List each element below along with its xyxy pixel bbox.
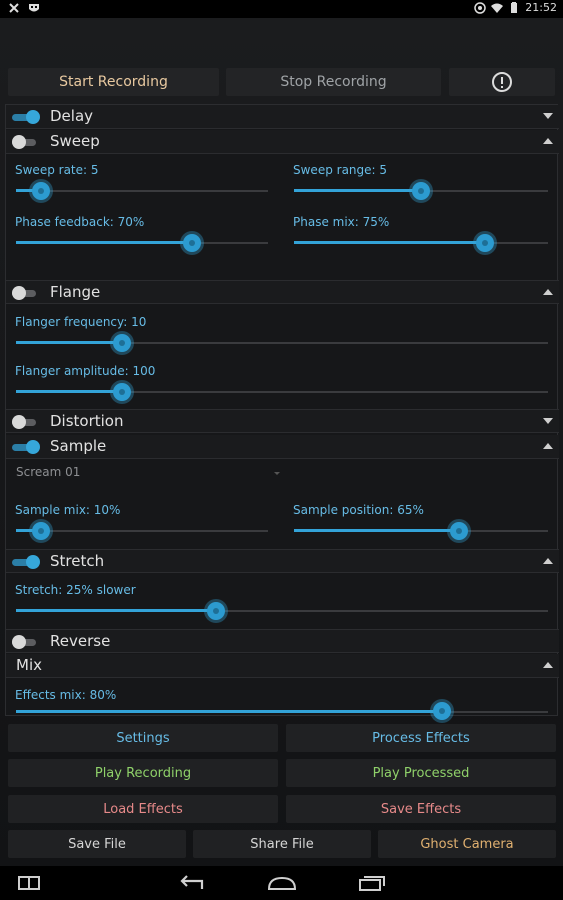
- sample-toggle[interactable]: [12, 440, 40, 454]
- phase-mix-label: Phase mix: 75%: [293, 215, 390, 229]
- flanger-amplitude-slider[interactable]: [16, 382, 548, 402]
- section-title: Reverse: [50, 632, 111, 650]
- phase-mix-slider[interactable]: [294, 233, 548, 253]
- sample-position-slider[interactable]: [294, 521, 548, 541]
- app-body: Start Recording Stop Recording Delay Swe…: [0, 18, 563, 866]
- delay-toggle[interactable]: [12, 110, 40, 124]
- section-title: Sweep: [50, 132, 100, 150]
- sweep-rate-slider[interactable]: [16, 181, 268, 201]
- effects-mix-label: Effects mix: 80%: [15, 688, 117, 702]
- flanger-amplitude-label: Flanger amplitude: 100: [15, 364, 156, 378]
- home-icon[interactable]: [267, 875, 297, 891]
- effects-mix-slider[interactable]: [16, 702, 548, 720]
- sample-mix-slider[interactable]: [16, 521, 268, 541]
- info-button[interactable]: [449, 68, 555, 96]
- process-effects-button[interactable]: Process Effects: [286, 724, 556, 752]
- distortion-toggle[interactable]: [12, 415, 40, 429]
- split-screen-icon[interactable]: [18, 875, 40, 891]
- section-title: Distortion: [50, 412, 124, 430]
- reverse-toggle[interactable]: [12, 635, 40, 649]
- expand-icon: [543, 418, 553, 424]
- section-delay-header[interactable]: Delay: [6, 105, 559, 129]
- collapse-icon: [543, 662, 553, 668]
- stop-recording-button[interactable]: Stop Recording: [226, 68, 441, 96]
- dropdown-caret-icon: [274, 472, 280, 475]
- phase-feedback-slider[interactable]: [16, 233, 268, 253]
- expand-icon: [543, 113, 553, 119]
- recent-apps-icon[interactable]: [358, 874, 386, 892]
- phase-feedback-label: Phase feedback: 70%: [15, 215, 145, 229]
- sample-mix-label: Sample mix: 10%: [15, 503, 121, 517]
- section-reverse-header[interactable]: Reverse: [6, 629, 559, 653]
- load-effects-button[interactable]: Load Effects: [8, 795, 278, 823]
- sweep-range-slider[interactable]: [294, 181, 548, 201]
- section-sample-header[interactable]: Sample: [6, 435, 559, 459]
- sample-select-value: Scream 01: [16, 465, 81, 479]
- info-icon: [492, 72, 512, 92]
- flange-toggle[interactable]: [12, 286, 40, 300]
- collapse-icon: [543, 443, 553, 449]
- notification-mask-icon: [29, 4, 39, 12]
- status-bar: 21:52: [0, 0, 563, 18]
- collapse-icon: [543, 138, 553, 144]
- save-file-button[interactable]: Save File: [8, 830, 186, 858]
- section-mix-header[interactable]: Mix: [6, 654, 559, 678]
- sweep-rate-label: Sweep rate: 5: [15, 163, 99, 177]
- section-flange-header[interactable]: Flange: [6, 280, 559, 304]
- play-recording-button[interactable]: Play Recording: [8, 759, 278, 787]
- section-sweep-header[interactable]: Sweep: [6, 130, 559, 154]
- start-recording-button[interactable]: Start Recording: [8, 68, 219, 96]
- ghost-camera-button[interactable]: Ghost Camera: [378, 830, 556, 858]
- section-stretch-header[interactable]: Stretch: [6, 549, 559, 573]
- sync-icon: [474, 1, 487, 14]
- sample-select[interactable]: Scream 01: [6, 463, 281, 483]
- sweep-toggle[interactable]: [12, 135, 40, 149]
- stretch-label: Stretch: 25% slower: [15, 583, 136, 597]
- section-title: Stretch: [50, 552, 105, 570]
- section-title: Flange: [50, 283, 101, 301]
- sweep-range-label: Sweep range: 5: [293, 163, 388, 177]
- section-title: Sample: [50, 437, 107, 455]
- battery-icon: [511, 1, 518, 13]
- stretch-toggle[interactable]: [12, 555, 40, 569]
- section-title: Mix: [16, 656, 42, 674]
- back-icon[interactable]: [178, 873, 206, 893]
- notification-x-icon: [9, 3, 19, 13]
- collapse-icon: [543, 289, 553, 295]
- status-time: 21:52: [525, 1, 557, 14]
- wifi-icon: [491, 3, 504, 13]
- collapse-icon: [543, 558, 553, 564]
- effects-panel: Delay Sweep Sweep rate: 5 Sweep range: 5…: [5, 104, 559, 720]
- play-processed-button[interactable]: Play Processed: [286, 759, 556, 787]
- share-file-button[interactable]: Share File: [193, 830, 371, 858]
- settings-button[interactable]: Settings: [8, 724, 278, 752]
- navigation-bar: [0, 866, 563, 900]
- section-title: Delay: [50, 107, 94, 125]
- section-distortion-header[interactable]: Distortion: [6, 409, 559, 433]
- save-effects-button[interactable]: Save Effects: [286, 795, 556, 823]
- stretch-slider[interactable]: [16, 601, 548, 621]
- flanger-frequency-label: Flanger frequency: 10: [15, 315, 147, 329]
- sample-position-label: Sample position: 65%: [293, 503, 424, 517]
- flanger-frequency-slider[interactable]: [16, 333, 548, 353]
